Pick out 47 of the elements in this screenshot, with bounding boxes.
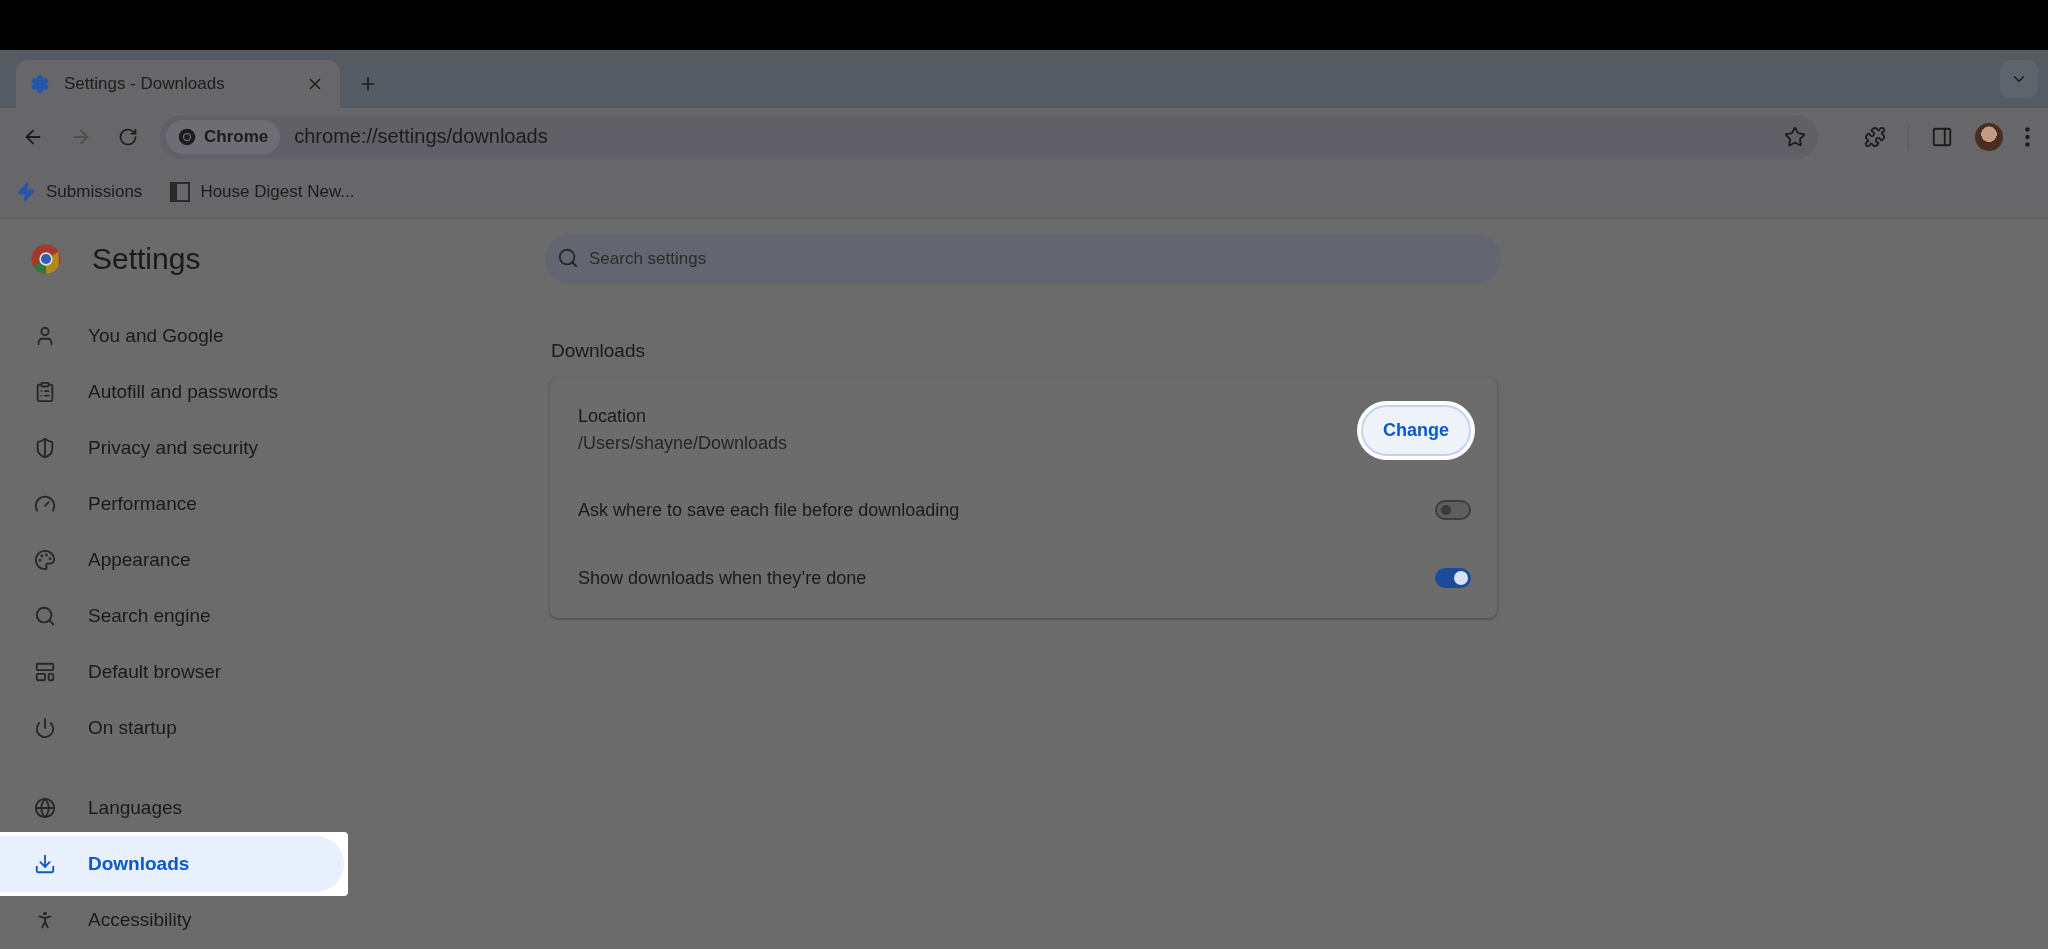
nav-item[interactable]: Languages	[0, 780, 400, 836]
nav-item[interactable]: On startup	[0, 700, 400, 756]
globe-icon	[34, 797, 56, 819]
power-icon	[34, 717, 56, 739]
chrome-logo-icon	[178, 127, 196, 146]
settings-title: Settings	[92, 242, 201, 276]
search-icon	[34, 605, 56, 627]
nav-item[interactable]: You and Google	[0, 308, 400, 364]
address-bar[interactable]: Chrome chrome://settings/downloads	[160, 114, 1818, 159]
row-label: Location	[578, 406, 648, 427]
nav-item[interactable]: Autofill and passwords	[0, 364, 400, 420]
nav-item[interactable]: Search engine	[0, 588, 400, 644]
window-icon	[34, 661, 56, 683]
chrome-logo-icon	[30, 243, 62, 275]
section-title: Downloads	[551, 340, 646, 362]
nav-item[interactable]: Privacy and security	[0, 420, 400, 476]
clipboard-icon	[34, 381, 56, 403]
bookmark-item[interactable]: House Digest New...	[170, 181, 355, 202]
more-icon	[2025, 126, 2030, 147]
side-panel-icon	[1931, 125, 1953, 148]
bookmark-item[interactable]: Submissions	[16, 181, 143, 202]
toggle-switch[interactable]	[1435, 568, 1471, 588]
gear-icon	[30, 74, 50, 94]
site-icon	[170, 181, 191, 202]
nav-item[interactable]: Appearance	[0, 532, 400, 588]
nav-item[interactable]: Performance	[0, 476, 400, 532]
row-label: Show downloads when they’re done	[578, 567, 868, 589]
location-path: /Users/shayne/Downloads	[578, 433, 789, 454]
nav-item[interactable]: Accessibility	[0, 892, 400, 948]
palette-icon	[34, 549, 56, 571]
change-button[interactable]: Change	[1361, 404, 1471, 456]
download-icon	[34, 853, 56, 875]
bookmark-star-icon[interactable]	[1784, 125, 1806, 148]
search-field[interactable]: Search settings	[545, 233, 1501, 284]
tab-title: Settings - Downloads	[64, 74, 226, 94]
reload-icon	[118, 126, 138, 147]
bolt-icon	[16, 181, 36, 202]
puzzle-icon	[1864, 125, 1886, 148]
url-text: chrome://settings/downloads	[294, 125, 549, 148]
shield-icon	[34, 437, 56, 459]
row-label: Ask where to save each file before downloading	[578, 499, 961, 521]
profile-avatar[interactable]	[1975, 122, 2003, 151]
nav-item[interactable]: Downloads	[0, 836, 344, 892]
browser-tab[interactable]: Settings - Downloads	[16, 60, 340, 108]
site-chip[interactable]: Chrome	[166, 119, 281, 154]
toggle-switch[interactable]	[1435, 500, 1471, 520]
nav-item[interactable]: Default browser	[0, 644, 400, 700]
